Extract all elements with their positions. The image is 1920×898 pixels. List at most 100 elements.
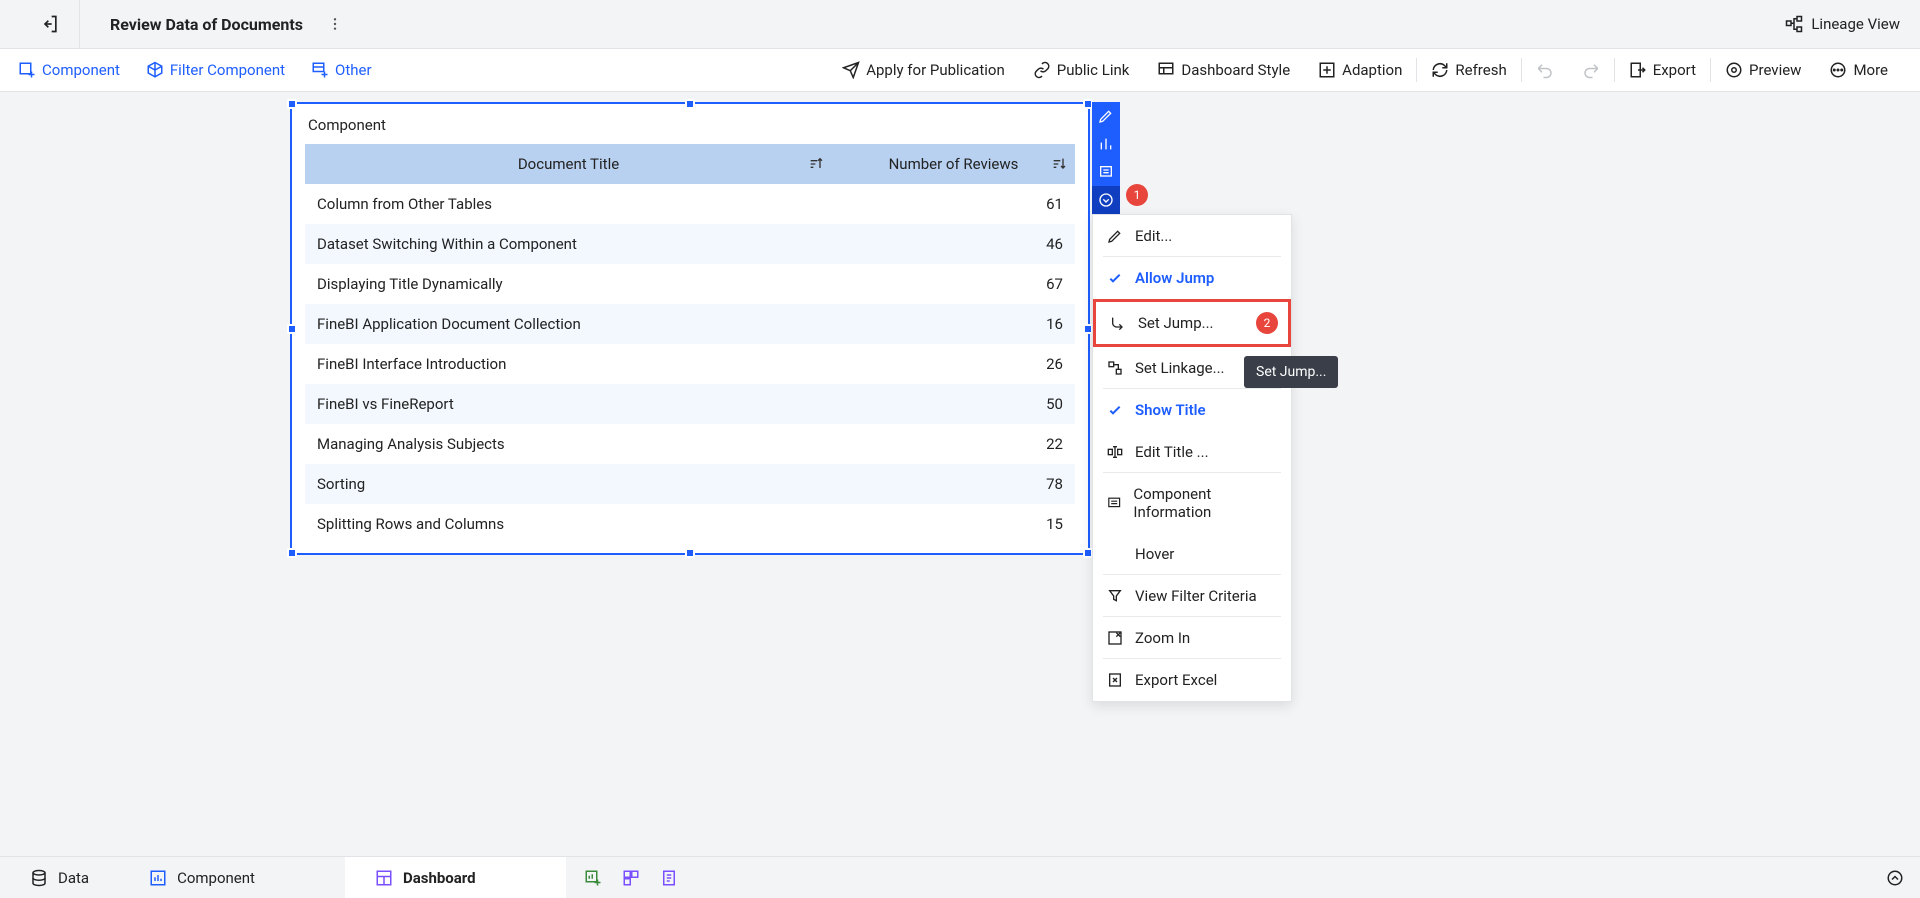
more-button[interactable]: More (1815, 49, 1902, 91)
adaption-button[interactable]: Adaption (1304, 49, 1416, 91)
more-horizontal-icon (1829, 61, 1847, 79)
info-card-icon (1107, 495, 1121, 511)
public-link-button[interactable]: Public Link (1019, 49, 1144, 91)
resize-handle[interactable] (287, 548, 297, 558)
add-component-label: Component (42, 61, 120, 79)
menu-allow-jump-label: Allow Jump (1135, 269, 1214, 287)
table-row[interactable]: Splitting Rows and Columns15 (305, 504, 1075, 544)
header-left: Review Data of Documents (110, 15, 347, 34)
footer-tab-data[interactable]: Data (0, 857, 119, 898)
linkage-icon (1107, 360, 1123, 376)
apply-button[interactable]: Apply for Publication (828, 49, 1019, 91)
redo-button[interactable] (1568, 49, 1614, 91)
cell-reviews: 50 (832, 384, 1075, 424)
cell-title: Splitting Rows and Columns (305, 504, 832, 544)
undo-button[interactable] (1522, 49, 1568, 91)
preview-button[interactable]: Preview (1711, 49, 1815, 91)
menu-set-jump-label: Set Jump... (1138, 314, 1213, 332)
refresh-button[interactable]: Refresh (1417, 49, 1520, 91)
sort-icon[interactable] (1051, 156, 1067, 172)
cell-reviews: 67 (832, 264, 1075, 304)
table-row[interactable]: Dataset Switching Within a Component46 (305, 224, 1075, 264)
table-row[interactable]: Displaying Title Dynamically67 (305, 264, 1075, 304)
back-icon (40, 14, 60, 34)
cell-title: Dataset Switching Within a Component (305, 224, 832, 264)
table-row[interactable]: FineBI Interface Introduction26 (305, 344, 1075, 384)
side-chart-button[interactable] (1092, 130, 1120, 158)
cell-title: Sorting (305, 464, 832, 504)
footer-tab-dashboard-label: Dashboard (403, 869, 476, 887)
cell-reviews: 26 (832, 344, 1075, 384)
canvas[interactable]: Component Document Title Number of Revie… (0, 92, 1920, 856)
column-header-doc[interactable]: Document Title (305, 144, 832, 184)
footer-tab-dashboard[interactable]: Dashboard (345, 857, 566, 898)
export-button[interactable]: Export (1615, 49, 1710, 91)
menu-hover-label: Hover (1135, 545, 1174, 563)
footer-icon-doc[interactable] (660, 869, 678, 887)
menu-edit[interactable]: Edit... (1093, 215, 1291, 257)
component-box[interactable]: Component Document Title Number of Revie… (290, 102, 1090, 555)
check-icon (1107, 270, 1123, 286)
dashboard-style-icon (1157, 61, 1175, 79)
footer-collapse-button[interactable] (1870, 869, 1920, 887)
back-button[interactable] (20, 0, 80, 48)
refresh-label: Refresh (1455, 61, 1506, 79)
dashboard-style-button[interactable]: Dashboard Style (1143, 49, 1304, 91)
menu-edit-title[interactable]: Edit Title ... (1093, 431, 1291, 473)
menu-export-excel[interactable]: Export Excel (1093, 659, 1291, 701)
menu-component-info[interactable]: Component Information (1093, 473, 1291, 533)
column-header-doc-label: Document Title (518, 155, 619, 173)
add-filter-label: Filter Component (170, 61, 285, 79)
cell-title: FineBI Application Document Collection (305, 304, 832, 344)
table-row[interactable]: Managing Analysis Subjects22 (305, 424, 1075, 464)
callout-2: 2 (1256, 312, 1278, 334)
table-row[interactable]: FineBI vs FineReport50 (305, 384, 1075, 424)
component-add-icon (18, 61, 36, 79)
resize-handle[interactable] (287, 99, 297, 109)
undo-icon (1536, 61, 1554, 79)
lineage-view-button[interactable]: Lineage View (1785, 15, 1900, 33)
apply-label: Apply for Publication (866, 61, 1005, 79)
menu-view-filter[interactable]: View Filter Criteria (1093, 575, 1291, 617)
menu-export-excel-label: Export Excel (1135, 671, 1217, 689)
menu-zoom-in[interactable]: Zoom In (1093, 617, 1291, 659)
public-link-label: Public Link (1057, 61, 1130, 79)
resize-handle[interactable] (287, 324, 297, 334)
side-detail-button[interactable] (1092, 158, 1120, 186)
table-row[interactable]: Sorting78 (305, 464, 1075, 504)
add-other-button[interactable]: Other (311, 61, 372, 79)
footer-icon-add[interactable] (584, 869, 602, 887)
more-label: More (1853, 61, 1888, 79)
jump-icon (1110, 315, 1126, 331)
resize-handle[interactable] (685, 548, 695, 558)
toolbar: Component Filter Component Other Apply f… (0, 48, 1920, 92)
cell-reviews: 61 (832, 184, 1075, 224)
side-edit-button[interactable] (1092, 102, 1120, 130)
footer-icon-layout[interactable] (622, 869, 640, 887)
export-label: Export (1653, 61, 1696, 79)
add-component-button[interactable]: Component (18, 61, 120, 79)
adaption-icon (1318, 61, 1336, 79)
table-row[interactable]: Column from Other Tables61 (305, 184, 1075, 224)
menu-view-filter-label: View Filter Criteria (1135, 587, 1257, 605)
sort-icon[interactable] (808, 156, 824, 172)
header-bar: Review Data of Documents Lineage View (0, 0, 1920, 48)
add-filter-button[interactable]: Filter Component (146, 61, 285, 79)
redo-icon (1582, 61, 1600, 79)
chevron-up-circle-icon (1886, 869, 1904, 887)
menu-set-jump[interactable]: Set Jump... 2 (1093, 299, 1291, 347)
menu-edit-label: Edit... (1135, 227, 1172, 245)
header-more-button[interactable] (323, 16, 347, 32)
menu-show-title[interactable]: Show Title (1093, 389, 1291, 431)
resize-handle[interactable] (685, 99, 695, 109)
footer: Data Component Dashboard (0, 856, 1920, 898)
data-table: Document Title Number of Reviews Column … (305, 144, 1075, 544)
side-dropdown-button[interactable] (1092, 186, 1120, 214)
detail-icon (1098, 164, 1114, 180)
refresh-icon (1431, 61, 1449, 79)
menu-hover[interactable]: Hover (1093, 533, 1291, 575)
menu-allow-jump[interactable]: Allow Jump (1093, 257, 1291, 299)
table-row[interactable]: FineBI Application Document Collection16 (305, 304, 1075, 344)
footer-tab-component[interactable]: Component (119, 857, 345, 898)
column-header-reviews[interactable]: Number of Reviews (832, 144, 1075, 184)
